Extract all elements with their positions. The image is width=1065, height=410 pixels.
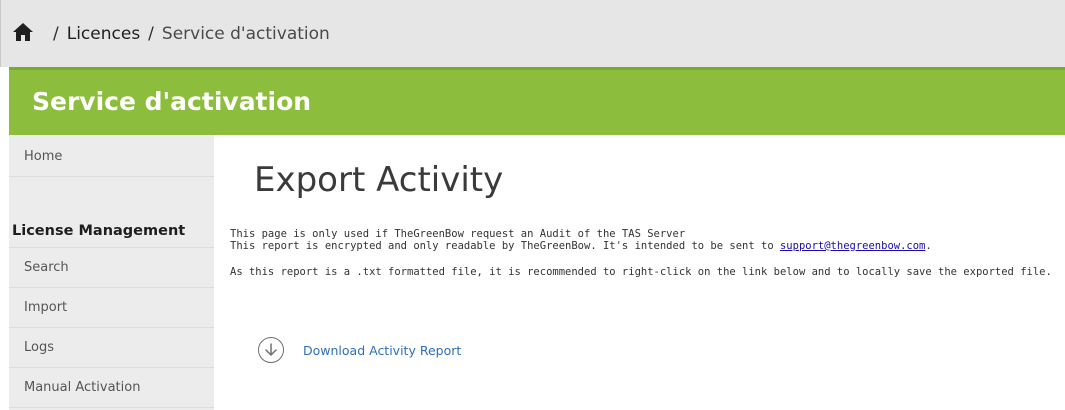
download-label[interactable]: Download Activity Report: [303, 343, 461, 358]
intro-text: This page is only used if TheGreenBow re…: [230, 228, 686, 240]
page-header: Service d'activation: [9, 67, 1065, 135]
encryption-text: This report is encrypted and only readab…: [230, 240, 932, 252]
header-title: Service d'activation: [32, 86, 312, 116]
save-instructions-text: As this report is a .txt formatted file,…: [230, 266, 1052, 278]
sidebar-item-import[interactable]: Import: [9, 288, 214, 328]
sidebar-item-logs[interactable]: Logs: [9, 328, 214, 368]
page-title: Export Activity: [254, 160, 504, 200]
encryption-text-suffix: .: [925, 240, 932, 252]
breadcrumb-separator: /: [53, 23, 59, 44]
sidebar-item-manual-activation[interactable]: Manual Activation: [9, 368, 214, 408]
breadcrumb-separator: /: [148, 23, 154, 44]
home-icon[interactable]: [13, 22, 33, 41]
download-icon[interactable]: [258, 337, 284, 363]
support-email-link[interactable]: support@thegreenbow.com: [780, 240, 925, 252]
sidebar-section-heading: License Management: [9, 215, 214, 248]
encryption-text-prefix: This report is encrypted and only readab…: [230, 240, 780, 252]
breadcrumb: / Licences / Service d'activation: [0, 0, 1065, 67]
sidebar: Home License Management Search Import Lo…: [9, 135, 214, 410]
sidebar-item-home[interactable]: Home: [9, 135, 214, 177]
main-content: Export Activity This page is only used i…: [230, 135, 1060, 410]
breadcrumb-current: Service d'activation: [161, 23, 330, 44]
download-activity-report-link[interactable]: Download Activity Report: [258, 337, 461, 363]
breadcrumb-licences-link[interactable]: Licences: [67, 24, 140, 44]
sidebar-item-search[interactable]: Search: [9, 248, 214, 288]
